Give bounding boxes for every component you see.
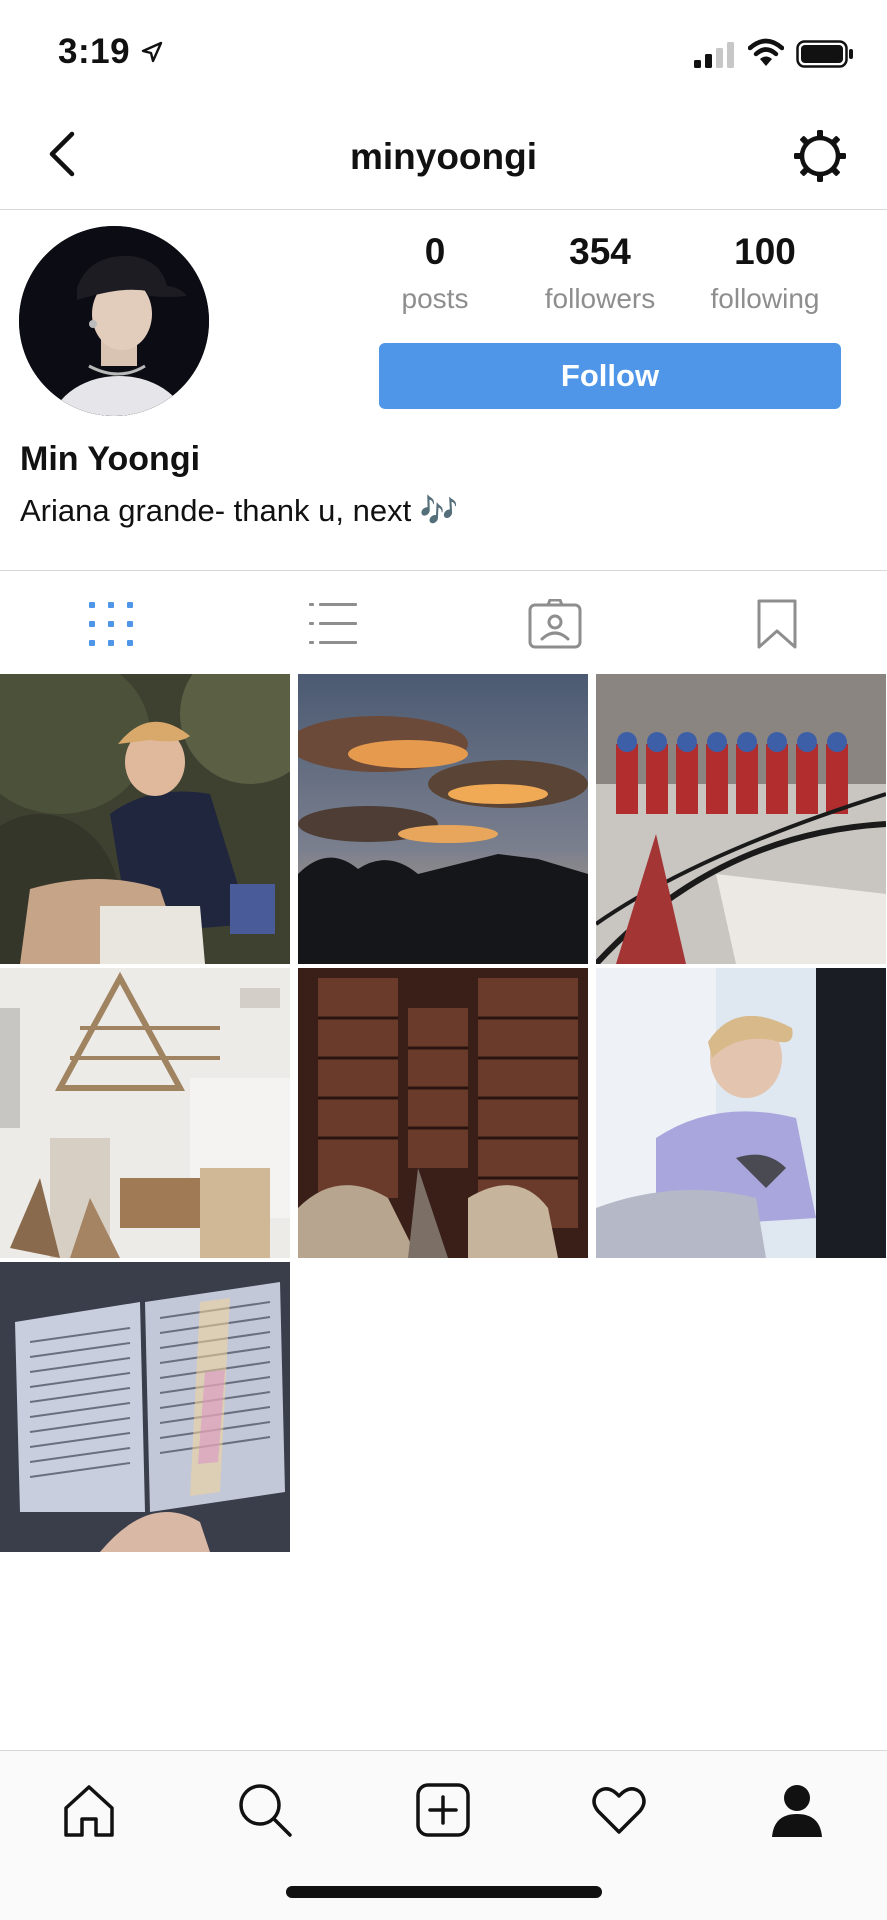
home-indicator[interactable] bbox=[286, 1886, 602, 1898]
post-thumbnail[interactable] bbox=[0, 1262, 290, 1552]
post-image bbox=[0, 968, 290, 1258]
tagged-person-icon[interactable] bbox=[528, 599, 582, 649]
post-thumbnail[interactable] bbox=[596, 674, 886, 964]
status-time: 3:19 bbox=[58, 32, 131, 71]
bookmark-icon[interactable] bbox=[750, 599, 804, 649]
posts-label: posts bbox=[401, 283, 469, 314]
posts-count: 0 posts bbox=[360, 226, 510, 320]
post-thumbnail[interactable] bbox=[596, 968, 886, 1258]
followers-value: 354 bbox=[569, 231, 631, 272]
post-thumbnail[interactable] bbox=[0, 968, 290, 1258]
profile-icon[interactable] bbox=[768, 1781, 826, 1839]
cellular-signal-icon bbox=[694, 42, 734, 68]
profile-tabs bbox=[0, 570, 887, 672]
gear-icon[interactable] bbox=[792, 128, 848, 184]
post-image bbox=[596, 674, 886, 964]
avatar[interactable] bbox=[19, 226, 209, 416]
post-thumbnail[interactable] bbox=[298, 968, 588, 1258]
followers-label: followers bbox=[544, 283, 656, 314]
post-image bbox=[298, 968, 588, 1258]
profile-name: Min Yoongi bbox=[20, 440, 201, 478]
following-label: following bbox=[710, 283, 820, 314]
post-image bbox=[298, 674, 588, 964]
following-count[interactable]: 100 following bbox=[690, 226, 840, 320]
wifi-icon bbox=[748, 38, 784, 66]
status-bar: 3:19 bbox=[0, 0, 887, 100]
follow-button[interactable]: Follow bbox=[379, 343, 841, 409]
location-arrow-icon bbox=[141, 41, 163, 63]
followers-count[interactable]: 354 followers bbox=[525, 226, 675, 320]
home-icon[interactable] bbox=[60, 1781, 118, 1839]
post-image bbox=[0, 674, 290, 964]
battery-icon bbox=[796, 40, 853, 68]
profile-bio: Ariana grande- thank u, next 🎶 bbox=[20, 493, 459, 528]
post-thumbnail[interactable] bbox=[0, 674, 290, 964]
search-icon[interactable] bbox=[236, 1781, 294, 1839]
post-image bbox=[596, 968, 886, 1258]
nav-bar: minyoongi bbox=[0, 100, 887, 210]
posts-value: 0 bbox=[424, 231, 446, 272]
post-image bbox=[0, 1262, 290, 1552]
following-value: 100 bbox=[734, 231, 796, 272]
avatar-photo bbox=[19, 226, 209, 416]
add-post-icon[interactable] bbox=[414, 1781, 472, 1839]
list-icon[interactable] bbox=[306, 599, 360, 649]
grid-icon[interactable] bbox=[84, 599, 138, 649]
post-thumbnail[interactable] bbox=[298, 674, 588, 964]
nav-title: minyoongi bbox=[349, 136, 538, 177]
heart-icon[interactable] bbox=[590, 1781, 648, 1839]
